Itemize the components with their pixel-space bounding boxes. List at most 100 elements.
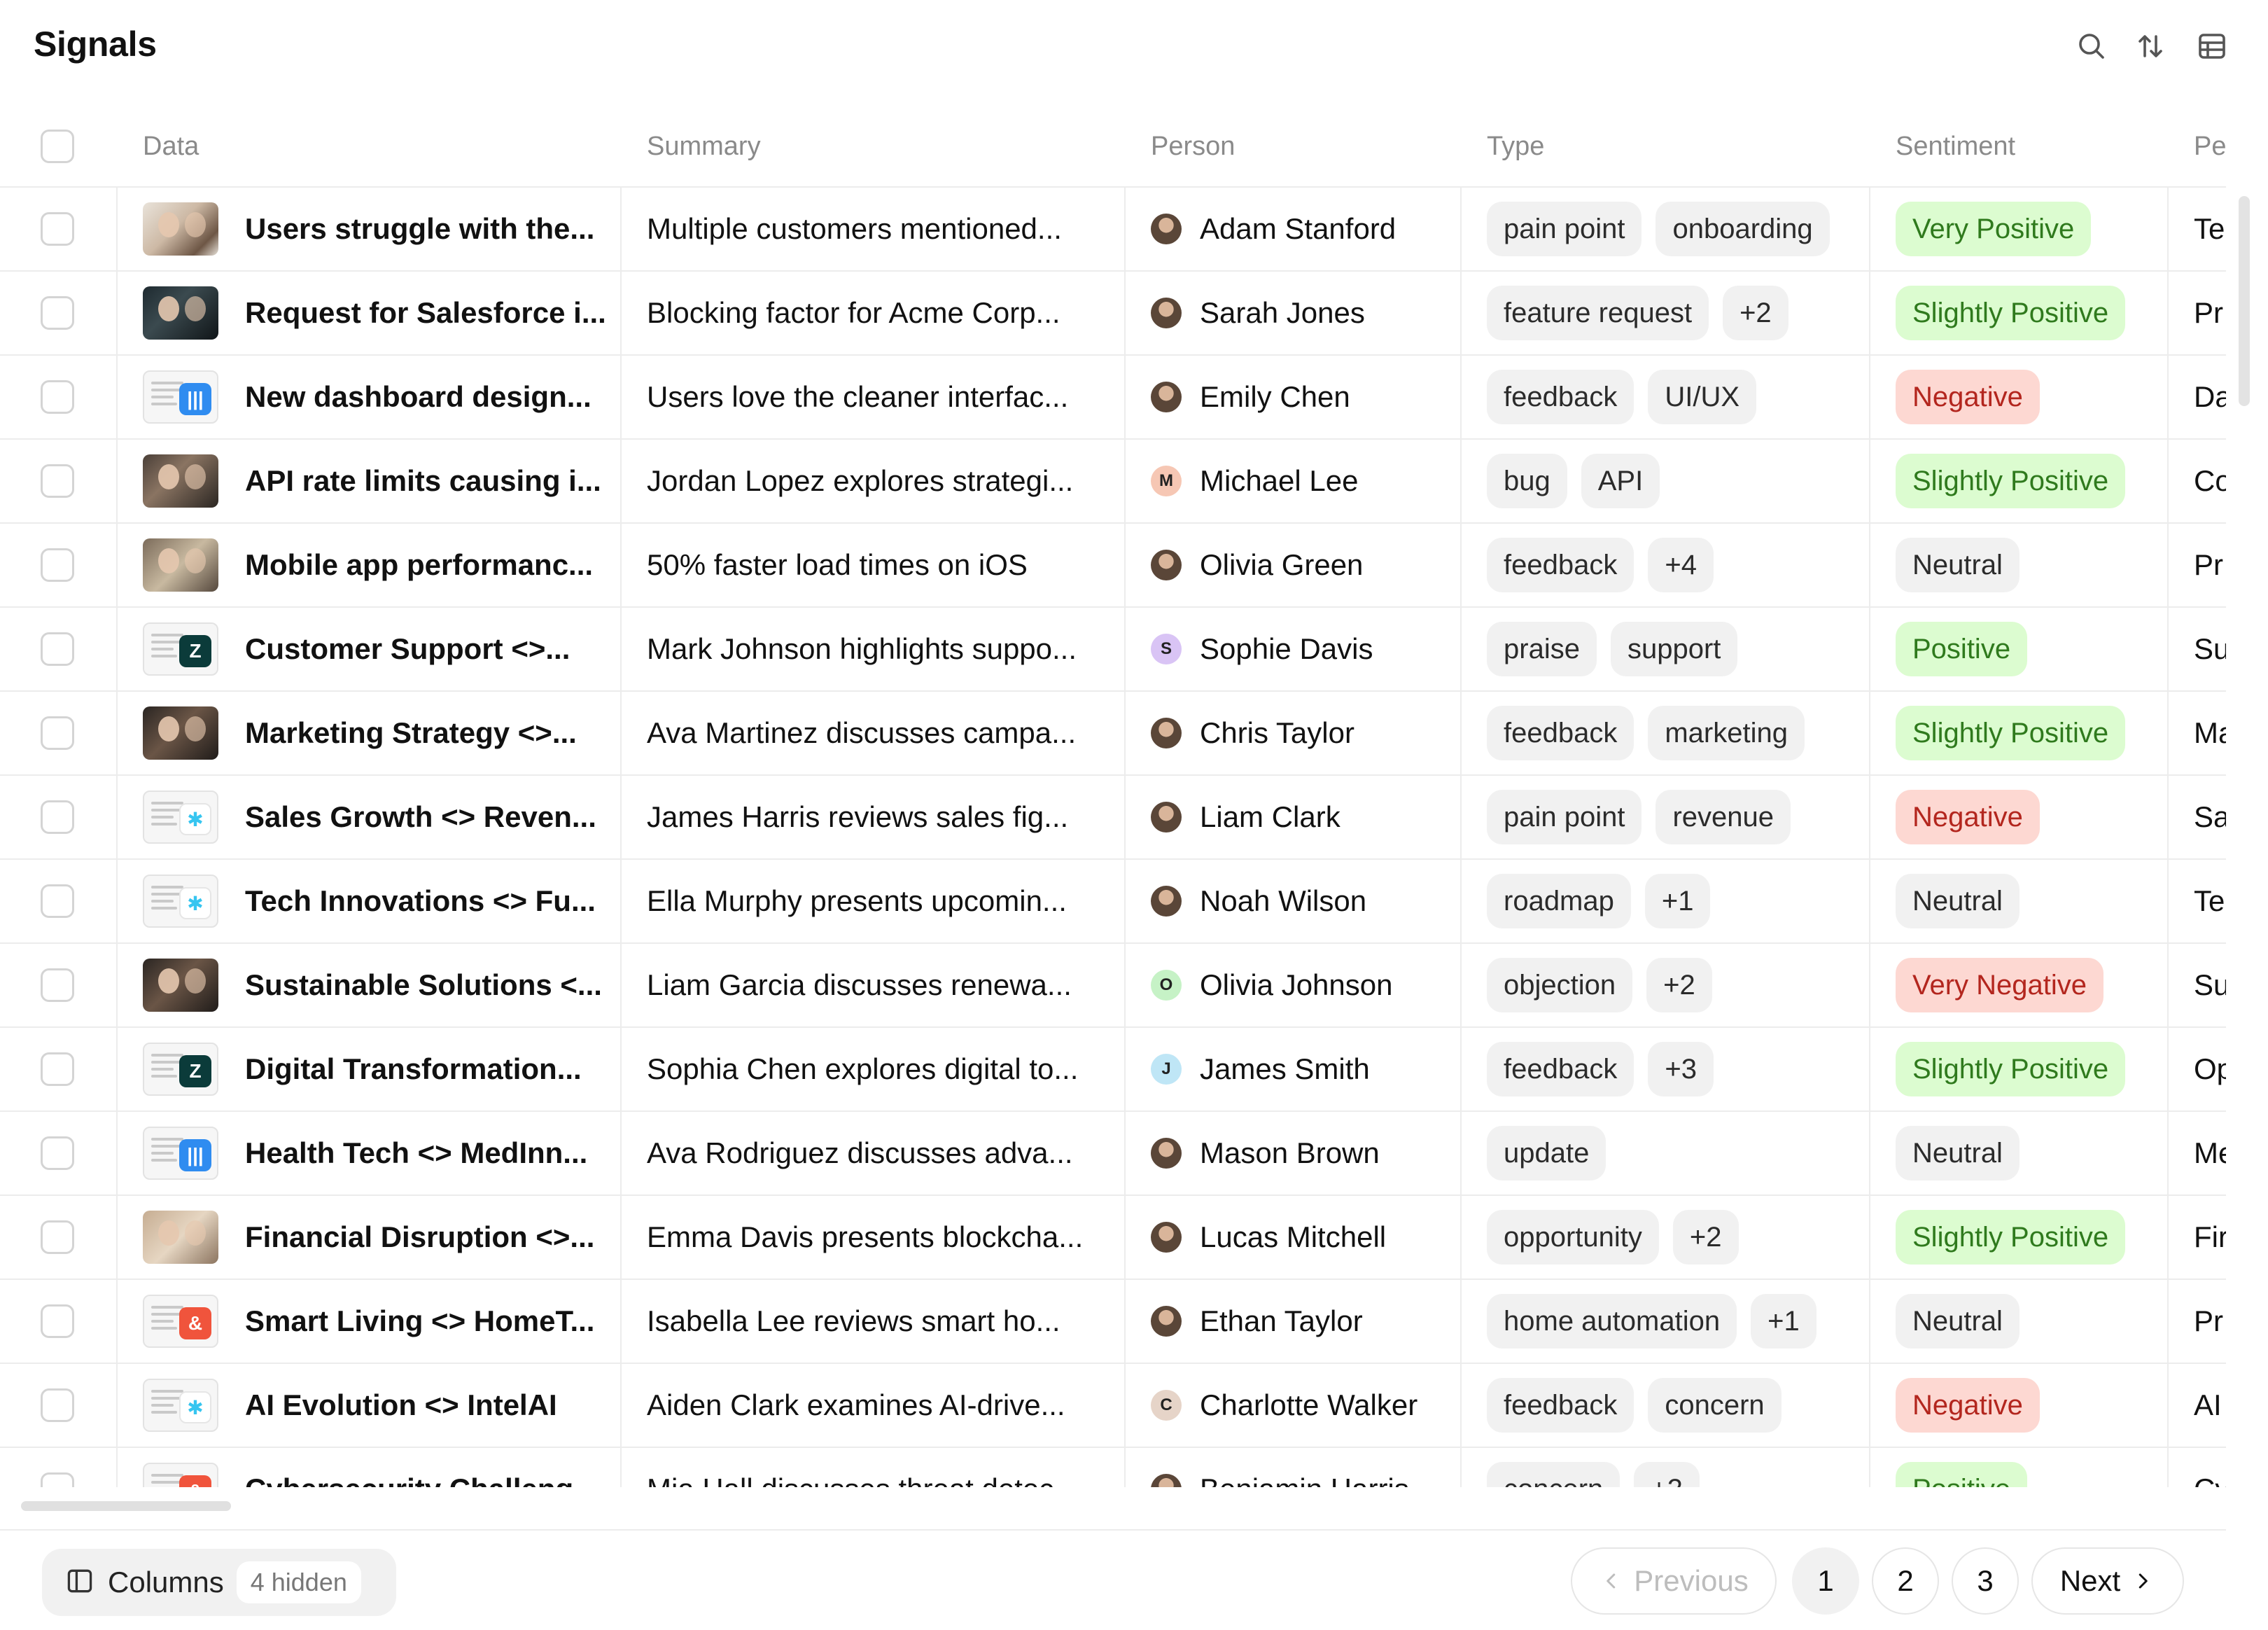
- data-cell[interactable]: Marketing Strategy <>...: [143, 692, 616, 774]
- page-button-3[interactable]: 3: [1952, 1547, 2019, 1615]
- table-row[interactable]: Users struggle with the... Multiple cust…: [0, 188, 2226, 272]
- row-checkbox[interactable]: [41, 272, 74, 354]
- sort-icon[interactable]: [2132, 28, 2169, 64]
- table-row[interactable]: Z Digital Transformation... Sophia Chen …: [0, 1028, 2226, 1112]
- column-header-sentiment[interactable]: Sentiment: [1896, 105, 2015, 188]
- table-row[interactable]: & Smart Living <> HomeT... Isabella Lee …: [0, 1280, 2226, 1364]
- person-cell[interactable]: Olivia Green: [1151, 524, 1456, 606]
- person-cell[interactable]: Emily Chen: [1151, 356, 1456, 438]
- data-cell[interactable]: ||| Health Tech <> MedInn...: [143, 1112, 616, 1194]
- data-cell[interactable]: ✱ Tech Innovations <> Fu...: [143, 860, 616, 942]
- type-tag: +4: [1648, 538, 1714, 592]
- data-cell[interactable]: & Cybersecurity Challeng...: [143, 1448, 616, 1487]
- column-header-person[interactable]: Person: [1151, 105, 1235, 188]
- select-all-checkbox[interactable]: [41, 105, 74, 188]
- row-checkbox[interactable]: [41, 356, 74, 438]
- table-row[interactable]: & Cybersecurity Challeng... Mia Hall dis…: [0, 1448, 2226, 1487]
- type-tag: concern: [1487, 1462, 1620, 1487]
- table-row[interactable]: ||| New dashboard design... Users love t…: [0, 356, 2226, 440]
- columns-button[interactable]: Columns 4 hidden: [42, 1549, 396, 1616]
- next-page-button[interactable]: Next: [2031, 1547, 2184, 1615]
- person-cell[interactable]: Adam Stanford: [1151, 188, 1456, 270]
- search-icon[interactable]: [2073, 28, 2110, 64]
- person-cell[interactable]: S Sophie Davis: [1151, 608, 1456, 690]
- row-checkbox[interactable]: [41, 608, 74, 690]
- table-row[interactable]: ✱ Tech Innovations <> Fu... Ella Murphy …: [0, 860, 2226, 944]
- row-checkbox[interactable]: [41, 440, 74, 522]
- data-cell[interactable]: Financial Disruption <>...: [143, 1196, 616, 1279]
- table-row[interactable]: Request for Salesforce i... Blocking fac…: [0, 272, 2226, 356]
- type-tag: feedback: [1487, 1378, 1634, 1433]
- recording-thumbnail: |||: [143, 370, 218, 424]
- type-cell: update: [1487, 1112, 1865, 1194]
- page-button-2[interactable]: 2: [1872, 1547, 1939, 1615]
- row-checkbox[interactable]: [41, 1280, 74, 1363]
- row-checkbox[interactable]: [41, 776, 74, 858]
- avatar: [1151, 718, 1182, 748]
- person-cell[interactable]: C Charlotte Walker: [1151, 1364, 1456, 1447]
- next-label: Next: [2059, 1564, 2121, 1597]
- column-header-data[interactable]: Data: [143, 105, 199, 188]
- row-checkbox[interactable]: [41, 944, 74, 1026]
- person-cell[interactable]: J James Smith: [1151, 1028, 1456, 1110]
- data-cell[interactable]: ✱ AI Evolution <> IntelAI: [143, 1364, 616, 1447]
- horizontal-scrollbar[interactable]: [21, 1501, 231, 1511]
- page-button-1[interactable]: 1: [1792, 1547, 1859, 1615]
- sentiment-cell: Neutral: [1896, 1112, 2162, 1194]
- data-cell[interactable]: ||| New dashboard design...: [143, 356, 616, 438]
- type-cell: feedback marketing: [1487, 692, 1865, 774]
- data-cell[interactable]: ✱ Sales Growth <> Reven...: [143, 776, 616, 858]
- type-tag: +2: [1634, 1462, 1700, 1487]
- column-header-type[interactable]: Type: [1487, 105, 1544, 188]
- pe-value: Sa: [2194, 800, 2226, 833]
- person-cell[interactable]: Sarah Jones: [1151, 272, 1456, 354]
- table-row[interactable]: ✱ Sales Growth <> Reven... James Harris …: [0, 776, 2226, 860]
- table-row[interactable]: Financial Disruption <>... Emma Davis pr…: [0, 1196, 2226, 1280]
- table-row[interactable]: Sustainable Solutions <... Liam Garcia d…: [0, 944, 2226, 1028]
- data-cell[interactable]: Request for Salesforce i...: [143, 272, 616, 354]
- row-checkbox[interactable]: [41, 188, 74, 270]
- person-cell[interactable]: Ethan Taylor: [1151, 1280, 1456, 1363]
- person-cell[interactable]: Chris Taylor: [1151, 692, 1456, 774]
- row-checkbox[interactable]: [41, 860, 74, 942]
- row-checkbox[interactable]: [41, 1112, 74, 1194]
- previous-page-button[interactable]: Previous: [1571, 1547, 1777, 1615]
- person-cell[interactable]: O Olivia Johnson: [1151, 944, 1456, 1026]
- person-cell[interactable]: Noah Wilson: [1151, 860, 1456, 942]
- table-row[interactable]: Mobile app performanc... 50% faster load…: [0, 524, 2226, 608]
- type-cell: feedback concern: [1487, 1364, 1865, 1447]
- summary-cell: Emma Davis presents blockcha...: [647, 1196, 1120, 1279]
- summary-cell: Ella Murphy presents upcomin...: [647, 860, 1120, 942]
- table-row[interactable]: Marketing Strategy <>... Ava Martinez di…: [0, 692, 2226, 776]
- data-cell[interactable]: Users struggle with the...: [143, 188, 616, 270]
- data-cell[interactable]: API rate limits causing i...: [143, 440, 616, 522]
- data-cell[interactable]: Z Customer Support <>...: [143, 608, 616, 690]
- column-header-summary[interactable]: Summary: [647, 105, 761, 188]
- column-header-pe[interactable]: Pe: [2194, 105, 2226, 188]
- row-checkbox[interactable]: [41, 1028, 74, 1110]
- data-cell[interactable]: Sustainable Solutions <...: [143, 944, 616, 1026]
- row-checkbox[interactable]: [41, 692, 74, 774]
- row-checkbox[interactable]: [41, 1364, 74, 1447]
- person-cell[interactable]: Benjamin Harris: [1151, 1448, 1456, 1487]
- row-checkbox[interactable]: [41, 1196, 74, 1279]
- summary-cell: Isabella Lee reviews smart ho...: [647, 1280, 1120, 1363]
- pe-cell: Me: [2194, 1112, 2226, 1194]
- table-row[interactable]: ||| Health Tech <> MedInn... Ava Rodrigu…: [0, 1112, 2226, 1196]
- table-row[interactable]: Z Customer Support <>... Mark Johnson hi…: [0, 608, 2226, 692]
- person-cell[interactable]: M Michael Lee: [1151, 440, 1456, 522]
- person-cell[interactable]: Mason Brown: [1151, 1112, 1456, 1194]
- table-row[interactable]: ✱ AI Evolution <> IntelAI Aiden Clark ex…: [0, 1364, 2226, 1448]
- data-cell[interactable]: & Smart Living <> HomeT...: [143, 1280, 616, 1363]
- table-view-icon[interactable]: [2194, 28, 2230, 64]
- row-checkbox[interactable]: [41, 524, 74, 606]
- vertical-scrollbar[interactable]: [2239, 196, 2250, 406]
- data-cell[interactable]: Z Digital Transformation...: [143, 1028, 616, 1110]
- person-cell[interactable]: Lucas Mitchell: [1151, 1196, 1456, 1279]
- table-row[interactable]: API rate limits causing i... Jordan Lope…: [0, 440, 2226, 524]
- row-checkbox[interactable]: [41, 1448, 74, 1487]
- signal-title: Mobile app performanc...: [245, 548, 594, 581]
- data-cell[interactable]: Mobile app performanc...: [143, 524, 616, 606]
- person-cell[interactable]: Liam Clark: [1151, 776, 1456, 858]
- pe-cell: Op: [2194, 1028, 2226, 1110]
